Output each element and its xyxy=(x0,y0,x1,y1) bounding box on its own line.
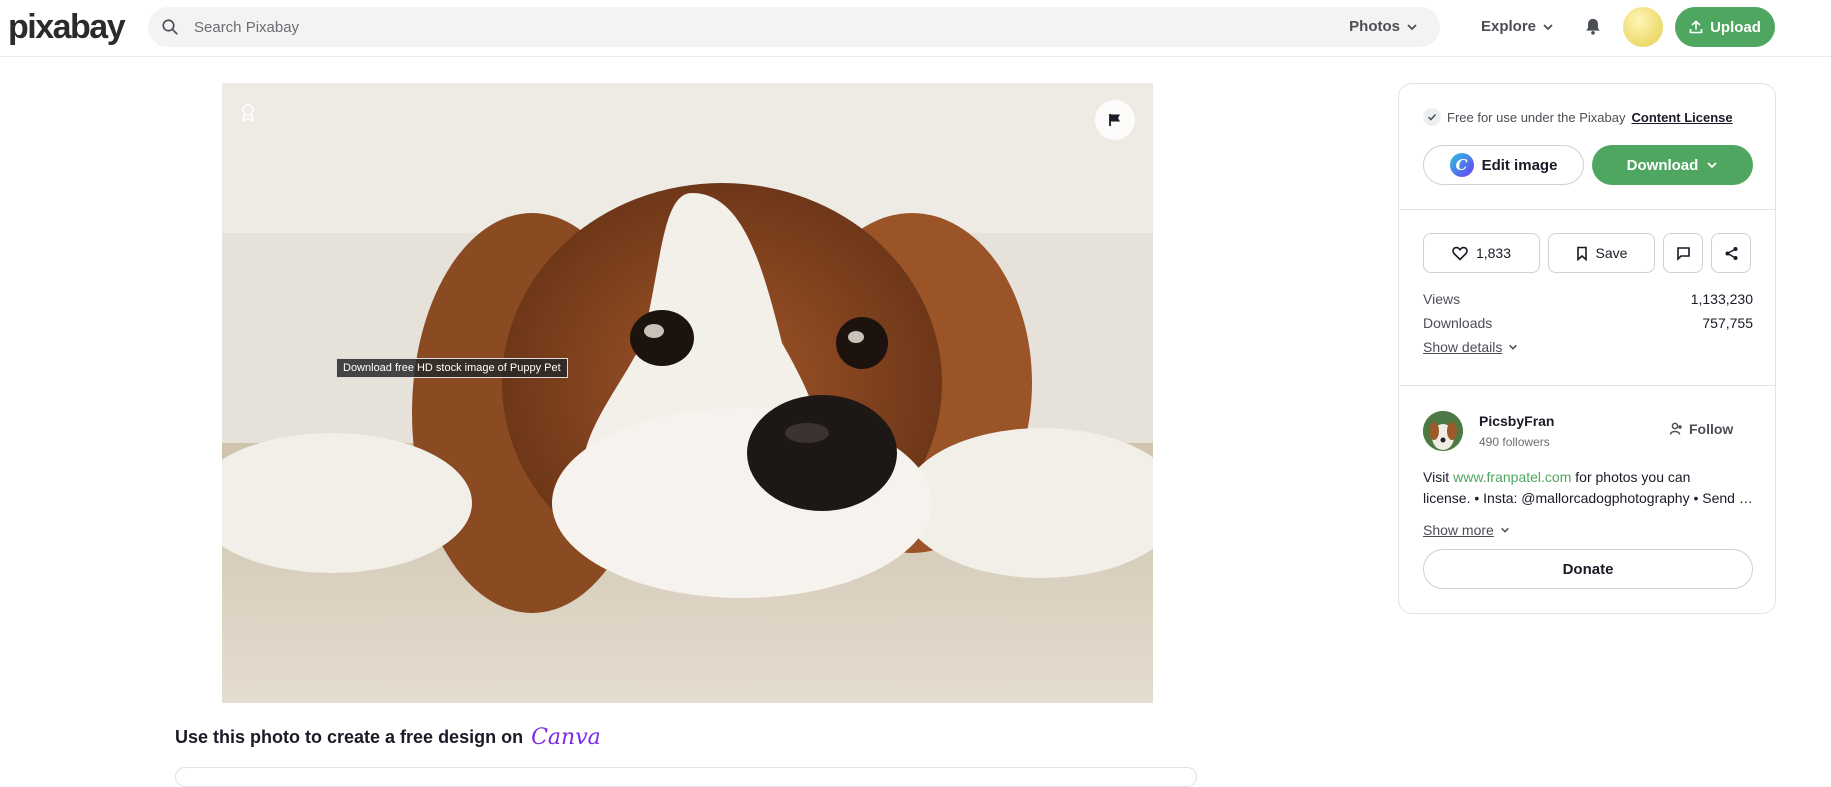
stat-views: Views 1,133,230 xyxy=(1423,291,1753,307)
media-type-label: Photos xyxy=(1349,18,1400,35)
explore-menu[interactable]: Explore xyxy=(1481,18,1554,35)
media-type-dropdown[interactable]: Photos xyxy=(1349,18,1418,35)
show-more-label: Show more xyxy=(1423,522,1494,538)
stat-value: 757,755 xyxy=(1702,315,1753,331)
image-info-card: Free for use under the Pixabay Content L… xyxy=(1398,83,1776,614)
stat-downloads: Downloads 757,755 xyxy=(1423,315,1753,331)
license-text: Free for use under the Pixabay xyxy=(1447,109,1626,125)
stat-label: Downloads xyxy=(1423,315,1493,331)
content-license-link[interactable]: Content License xyxy=(1632,110,1733,125)
show-details-label: Show details xyxy=(1423,339,1503,355)
save-label: Save xyxy=(1595,245,1628,261)
canva-prompt-text: Use this photo to create a free design o… xyxy=(175,727,524,747)
flag-icon xyxy=(1109,114,1120,126)
upload-icon xyxy=(1689,20,1703,34)
canva-templates-panel xyxy=(175,767,1197,787)
search-icon xyxy=(162,19,178,35)
donate-label: Donate xyxy=(1562,560,1614,578)
divider xyxy=(1399,209,1775,210)
download-label: Download xyxy=(1626,156,1699,174)
quality-badge-icon xyxy=(241,104,255,123)
canva-logo[interactable]: Canva xyxy=(531,725,601,750)
chevron-down-icon xyxy=(1707,162,1717,169)
canva-icon: C xyxy=(1449,153,1474,177)
explore-label: Explore xyxy=(1481,18,1537,35)
like-button[interactable]: 1,833 xyxy=(1423,233,1540,273)
chevron-down-icon xyxy=(1407,23,1417,30)
bio-line-2: license. • Insta: @mallorcadogphotograph… xyxy=(1423,490,1753,506)
notification-bell-icon[interactable] xyxy=(1584,17,1602,37)
check-icon xyxy=(1423,108,1441,126)
save-button[interactable]: Save xyxy=(1548,233,1655,273)
comment-button[interactable] xyxy=(1663,233,1703,273)
follow-button[interactable]: Follow xyxy=(1669,421,1733,437)
divider xyxy=(1399,385,1775,386)
pixabay-logo[interactable]: pixabay xyxy=(8,8,126,46)
bookmark-icon xyxy=(1576,246,1587,261)
edit-image-button[interactable]: C Edit image xyxy=(1423,145,1584,185)
search-bar[interactable]: Photos xyxy=(148,7,1440,47)
search-input[interactable] xyxy=(192,7,1292,47)
bio-suffix: for photos you can xyxy=(1575,469,1691,485)
author-avatar[interactable] xyxy=(1423,411,1463,451)
photo-alt-tooltip: Download free HD stock image of Puppy Pe… xyxy=(336,358,568,378)
stat-value: 1,133,230 xyxy=(1690,291,1753,307)
show-more-link[interactable]: Show more xyxy=(1423,522,1510,538)
add-user-icon xyxy=(1669,422,1682,435)
report-flag-button[interactable] xyxy=(1095,100,1135,140)
share-icon xyxy=(1725,246,1737,260)
stat-label: Views xyxy=(1423,291,1461,307)
download-button[interactable]: Download xyxy=(1592,145,1753,185)
author-followers: 490 followers xyxy=(1479,435,1550,449)
bio-line: Visit www.franpatel.com for photos you c… xyxy=(1423,467,1753,488)
author-bio: Visit www.franpatel.com for photos you c… xyxy=(1423,467,1753,509)
author-name[interactable]: PicsbyFran xyxy=(1479,413,1554,429)
share-button[interactable] xyxy=(1711,233,1751,273)
puppy-photo-illustration xyxy=(222,83,1153,703)
chevron-down-icon xyxy=(1543,23,1553,30)
license-notice: Free for use under the Pixabay Content L… xyxy=(1423,108,1733,126)
author-website-link[interactable]: www.franpatel.com xyxy=(1453,469,1571,485)
donate-button[interactable]: Donate xyxy=(1423,549,1753,589)
chevron-down-icon xyxy=(1509,344,1518,350)
upload-label: Upload xyxy=(1710,18,1761,36)
like-count: 1,833 xyxy=(1475,245,1512,261)
main-photo[interactable]: Download free HD stock image of Puppy Pe… xyxy=(222,83,1153,703)
user-avatar[interactable] xyxy=(1623,7,1663,47)
comment-icon xyxy=(1676,246,1690,261)
chevron-down-icon xyxy=(1500,527,1509,533)
follow-label: Follow xyxy=(1689,421,1734,437)
bio-prefix: Visit xyxy=(1423,469,1450,485)
show-details-link[interactable]: Show details xyxy=(1423,339,1518,355)
top-navbar: pixabay Photos Explore Upload xyxy=(0,0,1831,57)
edit-image-label: Edit image xyxy=(1481,156,1558,174)
canva-prompt: Use this photo to create a free design o… xyxy=(175,725,601,750)
heart-icon xyxy=(1452,246,1468,261)
upload-button[interactable]: Upload xyxy=(1675,7,1775,47)
